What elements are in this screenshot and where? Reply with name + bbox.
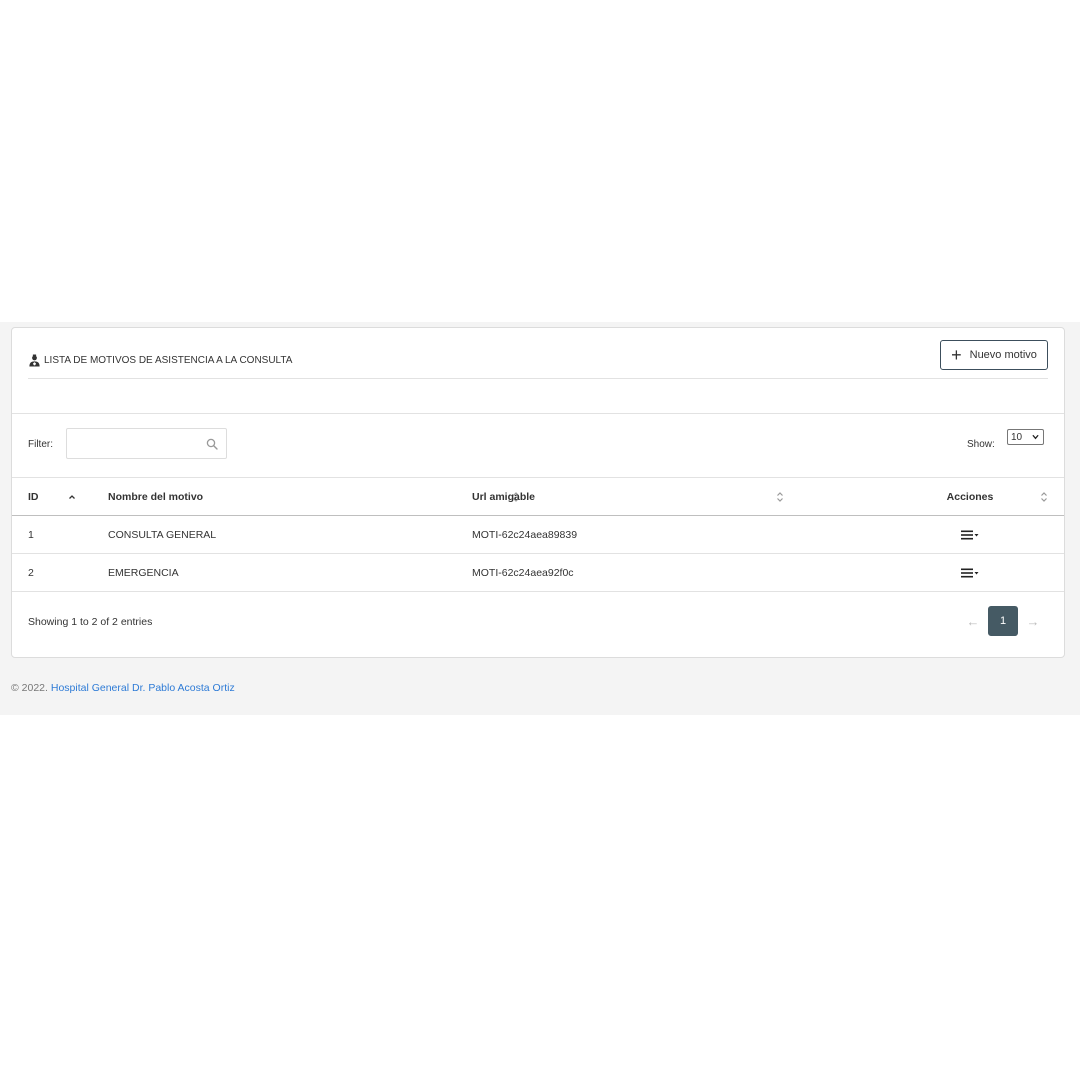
table-row: 1 CONSULTA GENERAL MOTI-62c24aea89839 bbox=[12, 516, 1064, 554]
show-entries-select[interactable]: 10 bbox=[1007, 429, 1044, 445]
column-header-id-label: ID bbox=[28, 490, 39, 503]
user-nurse-icon bbox=[29, 354, 40, 367]
cell-actions bbox=[876, 554, 1064, 592]
filter-field bbox=[66, 428, 227, 459]
card-title-text: LISTA DE MOTIVOS DE ASISTENCIA A LA CONS… bbox=[44, 355, 293, 366]
cell-id: 2 bbox=[28, 566, 34, 579]
footer-hospital-link[interactable]: Hospital General Dr. Pablo Acosta Ortiz bbox=[51, 682, 235, 694]
chevron-down-icon bbox=[1032, 434, 1039, 440]
sort-both-icon bbox=[1041, 492, 1047, 502]
sort-ascending-icon bbox=[69, 495, 75, 499]
motivos-card: LISTA DE MOTIVOS DE ASISTENCIA A LA CONS… bbox=[11, 327, 1065, 658]
column-header-url[interactable]: Url amigable bbox=[456, 478, 876, 516]
filter-label: Filter: bbox=[28, 439, 53, 450]
cell-url: MOTI-62c24aea92f0c bbox=[472, 566, 574, 579]
new-motivo-label: Nuevo motivo bbox=[969, 349, 1037, 361]
search-icon bbox=[206, 438, 218, 450]
prev-page-button[interactable]: ← bbox=[958, 606, 988, 636]
filter-input[interactable] bbox=[67, 429, 226, 458]
column-header-url-label: Url amigable bbox=[472, 490, 536, 503]
page-1-button[interactable]: 1 bbox=[988, 606, 1018, 636]
card-header: LISTA DE MOTIVOS DE ASISTENCIA A LA CONS… bbox=[28, 328, 1048, 379]
cell-name: EMERGENCIA bbox=[108, 566, 179, 579]
column-header-acciones[interactable]: Acciones bbox=[876, 478, 1064, 516]
column-header-name[interactable]: Nombre del motivo bbox=[92, 478, 519, 516]
column-header-acciones-label: Acciones bbox=[946, 490, 994, 503]
footer: © 2022. Hospital General Dr. Pablo Acost… bbox=[11, 682, 235, 694]
cell-name: CONSULTA GENERAL bbox=[108, 528, 217, 541]
column-header-name-label: Nombre del motivo bbox=[108, 490, 204, 503]
cell-url: MOTI-62c24aea89839 bbox=[472, 528, 578, 541]
table-header-row: ID Nombre del motivo Url amigable Accion… bbox=[12, 477, 1064, 516]
menu-dropdown-icon[interactable] bbox=[961, 568, 979, 578]
motivos-table: ID Nombre del motivo Url amigable Accion… bbox=[12, 477, 1064, 592]
show-selected-value: 10 bbox=[1011, 431, 1023, 443]
cell-id: 1 bbox=[28, 528, 34, 541]
divider bbox=[12, 413, 1064, 414]
plus-icon: + bbox=[951, 345, 962, 365]
column-header-id[interactable]: ID bbox=[12, 478, 92, 516]
show-label: Show: bbox=[967, 439, 995, 450]
menu-dropdown-icon[interactable] bbox=[961, 530, 979, 540]
pagination-info: Showing 1 to 2 of 2 entries bbox=[28, 616, 153, 628]
sort-both-icon bbox=[777, 492, 783, 502]
card-title: LISTA DE MOTIVOS DE ASISTENCIA A LA CONS… bbox=[28, 354, 292, 367]
pagination: ← 1 → bbox=[958, 606, 1048, 636]
cell-actions bbox=[876, 516, 1064, 554]
new-motivo-button[interactable]: + Nuevo motivo bbox=[940, 340, 1048, 370]
footer-copyright: © 2022. bbox=[11, 682, 48, 694]
next-page-button[interactable]: → bbox=[1018, 606, 1048, 636]
table-row: 2 EMERGENCIA MOTI-62c24aea92f0c bbox=[12, 554, 1064, 592]
